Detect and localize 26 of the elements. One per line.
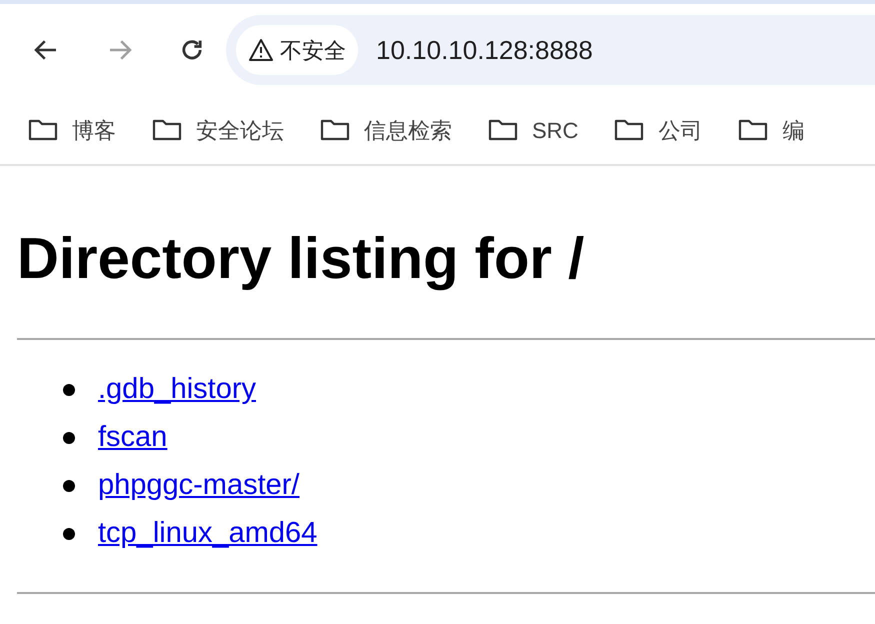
folder-icon xyxy=(28,118,58,142)
bookmark-folder[interactable]: 公司 xyxy=(614,114,702,146)
page-heading: Directory listing for / xyxy=(17,225,586,293)
security-chip[interactable]: 不安全 xyxy=(236,25,358,75)
file-link[interactable]: tcp_linux_amd64 xyxy=(98,512,318,556)
bookmark-folder[interactable]: 编 xyxy=(738,114,804,146)
bookmark-folder[interactable]: 信息检索 xyxy=(320,114,452,146)
bullet-icon xyxy=(63,528,75,540)
file-link[interactable]: phpggc-master/ xyxy=(98,464,300,508)
file-link[interactable]: .gdb_history xyxy=(98,368,256,412)
folder-icon xyxy=(152,118,182,142)
security-label: 不安全 xyxy=(280,36,346,64)
bullet-icon xyxy=(63,384,75,396)
folder-icon xyxy=(614,118,644,142)
address-text: 10.10.10.128:8888 xyxy=(376,34,593,66)
bullet-icon xyxy=(63,480,75,492)
warning-icon xyxy=(248,38,274,62)
bookmark-folder[interactable]: 安全论坛 xyxy=(152,114,284,146)
folder-icon xyxy=(320,118,350,142)
bookmark-folder[interactable]: 博客 xyxy=(28,114,116,146)
file-link[interactable]: fscan xyxy=(98,416,168,460)
address-bar[interactable]: 不安全 10.10.10.128:8888 xyxy=(226,15,875,85)
folder-icon xyxy=(488,118,518,142)
folder-icon xyxy=(738,118,768,142)
bookmark-folder[interactable]: SRC xyxy=(488,114,578,146)
bullet-icon xyxy=(63,432,75,444)
